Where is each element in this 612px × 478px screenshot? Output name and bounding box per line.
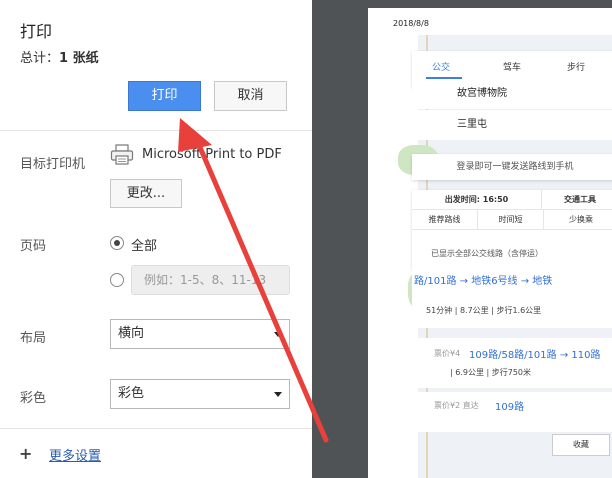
tab-walk[interactable]: 步行 <box>567 60 585 73</box>
filter-shortest: 时间短 <box>478 210 544 230</box>
login-hint: 登录即可一键发送路线到手机 <box>412 154 612 180</box>
pages-label: 页码 <box>20 239 47 254</box>
print-button[interactable]: 打印 <box>128 81 201 111</box>
depart-row: 出发时间: 16:50 交通工具 <box>412 190 612 210</box>
layout-select-value: 横向 <box>118 326 145 341</box>
depart-time: 出发时间: 16:50 <box>412 190 542 210</box>
pages-custom-radio[interactable] <box>110 273 124 287</box>
color-select-value: 彩色 <box>118 386 145 401</box>
chevron-down-icon <box>274 392 282 397</box>
color-select[interactable]: 彩色 <box>110 379 290 409</box>
preview-page: 2018/8/8 公交 驾车 步行 故宫博物院 三里屯 登录即可一键发送路线到手… <box>368 8 612 478</box>
route-end: 三里屯 <box>412 110 612 140</box>
route-filter-table: 出发时间: 16:50 交通工具 推荐路线 时间短 少换乘 已显示全部公交线路（… <box>412 190 612 270</box>
cancel-button[interactable]: 取消 <box>214 81 287 111</box>
route-meta: | 6.9公里 | 步行750米 <box>450 368 532 377</box>
color-label: 彩色 <box>20 391 47 406</box>
layout-select[interactable]: 横向 <box>110 319 290 349</box>
print-settings-panel: 打印 总计：1 张纸 打印 取消 目标打印机 Microsoft Print t… <box>0 0 312 478</box>
panel-footer: + 更多设置 <box>0 428 312 478</box>
sheet-total: 总计：1 张纸 <box>20 47 99 66</box>
pages-all-label: 全部 <box>131 239 158 254</box>
plus-icon[interactable]: + <box>19 446 32 462</box>
route-start: 故宫博物院 <box>412 79 612 109</box>
tab-bus[interactable]: 公交 <box>432 60 450 73</box>
route-option-3: 票价¥2 直达 109路 <box>412 392 612 432</box>
route-line: 109路/58路/101路 → 110路 <box>469 350 601 361</box>
printer-icon <box>110 144 134 165</box>
pages-custom-input[interactable]: 例如：1-5、8、11-13 <box>131 265 290 295</box>
total-value: 1 张纸 <box>59 51 99 66</box>
route-meta: 51分钟 | 8.7公里 | 步行1.6公里 <box>426 306 542 315</box>
change-printer-button[interactable]: 更改... <box>110 179 182 208</box>
printer-name: Microsoft Print to PDF <box>142 147 282 162</box>
dialog-title: 打印 <box>20 22 53 41</box>
transport-label: 交通工具 <box>564 195 596 204</box>
filter-note: 已显示全部公交线路（含停运） <box>431 249 543 258</box>
chevron-down-icon <box>274 332 282 337</box>
filter-recommended: 推荐路线 <box>412 210 478 230</box>
route-option-1: 路/101路 → 地铁6号线 → 地铁 51分钟 | 8.7公里 | 步行1.6… <box>412 270 612 328</box>
filter-row: 推荐路线 时间短 少换乘 <box>412 210 612 230</box>
more-settings-link[interactable]: 更多设置 <box>49 445 101 464</box>
route-fare: 票价¥4 <box>434 349 461 358</box>
route-fare: 票价¥2 直达 <box>434 401 479 410</box>
tab-drive[interactable]: 驾车 <box>503 60 521 73</box>
total-label: 总计： <box>20 51 60 66</box>
pages-all-radio[interactable] <box>110 236 124 250</box>
destination-label: 目标打印机 <box>20 157 86 172</box>
route-line: 109路 <box>495 402 525 413</box>
collect-button: 收藏 <box>552 434 610 456</box>
print-header: 打印 总计：1 张纸 打印 取消 <box>0 0 312 131</box>
route-line: 路/101路 → 地铁6号线 → 地铁 <box>414 276 553 287</box>
layout-label: 布局 <box>20 331 47 346</box>
page-date: 2018/8/8 <box>393 19 429 28</box>
route-option-2: 票价¥4 109路/58路/101路 → 110路 | 6.9公里 | 步行75… <box>412 338 612 388</box>
filter-fewer-transfers: 少换乘 <box>569 215 593 224</box>
